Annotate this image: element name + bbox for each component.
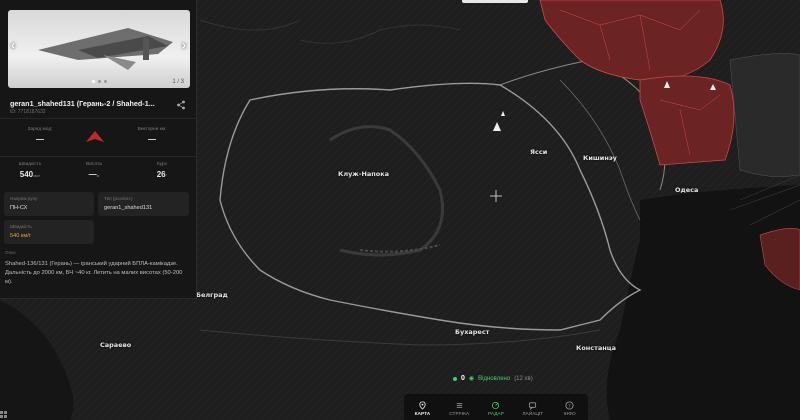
stat-altitude: Висота —м: [86, 162, 102, 179]
grid-icon[interactable]: [0, 410, 8, 420]
nav-info[interactable]: ? ІНФО: [551, 394, 588, 420]
city-label-constanta: Констанца: [576, 344, 616, 352]
radar-status-label: Відновлено: [478, 375, 511, 382]
nav-radar[interactable]: РАДАР: [478, 394, 515, 420]
city-label-sarajevo: Сараево: [100, 341, 132, 349]
stat-right: Бекторни км: —: [137, 127, 167, 144]
radar-status-icon: ◉: [468, 376, 475, 382]
card-direction: Напрям руху ПН-СХ: [4, 192, 94, 216]
target-id: ID: 7718187632: [10, 109, 46, 115]
card-speed: Швидкість 540 км/г: [4, 220, 94, 244]
radar-status: 0 ◉ Відновлено (12 хв): [453, 375, 533, 382]
share-icon[interactable]: [176, 100, 186, 110]
info-icon: ?: [565, 401, 574, 410]
top-handle[interactable]: [462, 0, 528, 3]
drone-photo: [38, 28, 173, 70]
nav-map[interactable]: КАРТА: [404, 394, 441, 420]
chat-icon: [529, 402, 537, 410]
drone-silhouette-icon: [86, 131, 104, 142]
bottom-nav: КАРТА СТРІЧКА РАДАР ЛАЙАЦІТ ? ІНФО: [404, 394, 588, 420]
gallery-prev-button[interactable]: ‹: [11, 38, 15, 52]
nav-feed[interactable]: СТРІЧКА: [441, 394, 478, 420]
radar-status-sub: (12 хв): [514, 375, 533, 382]
city-label-odesa: Одеса: [675, 186, 699, 194]
card-type: Тип (розпізн.) geran1_shahed131: [98, 192, 189, 216]
city-label-bucharest: Бухарест: [455, 328, 490, 336]
target-info-panel: ‹ › 1 / 3 geran1_shahed131 (Герань-2 / S…: [0, 0, 197, 299]
radar-count: 0: [461, 375, 465, 382]
target-description: Shahed-136/131 (Герань) — іранський удар…: [5, 261, 183, 285]
radar-icon: [492, 401, 500, 410]
nav-chat[interactable]: ЛАЙАЦІТ: [514, 394, 551, 420]
status-dot-icon: [453, 376, 457, 381]
photo-counter: 1 / 3: [172, 79, 184, 85]
city-label-kluj: Клуж-Напока: [338, 170, 390, 178]
city-label-iasi: Ясси: [530, 148, 548, 156]
city-label-chisinau: Кишинэу: [583, 154, 617, 162]
list-icon: [456, 403, 462, 408]
city-label-belgrade: Белград: [196, 291, 228, 299]
stat-course: Курс 26°: [156, 162, 168, 179]
gallery-next-button[interactable]: ›: [182, 38, 186, 52]
stat-left: Заряд мод: —: [27, 127, 53, 144]
gallery-dots: [92, 80, 107, 83]
map-pin-icon: [419, 401, 426, 410]
stat-speed: Швидкість 540км/г: [18, 162, 42, 179]
photo-gallery[interactable]: ‹ › 1 / 3: [8, 10, 190, 88]
description-label: Опис: [5, 250, 16, 255]
target-title: geran1_shahed131 (Герань-2 / Shahed-1...: [10, 99, 155, 108]
